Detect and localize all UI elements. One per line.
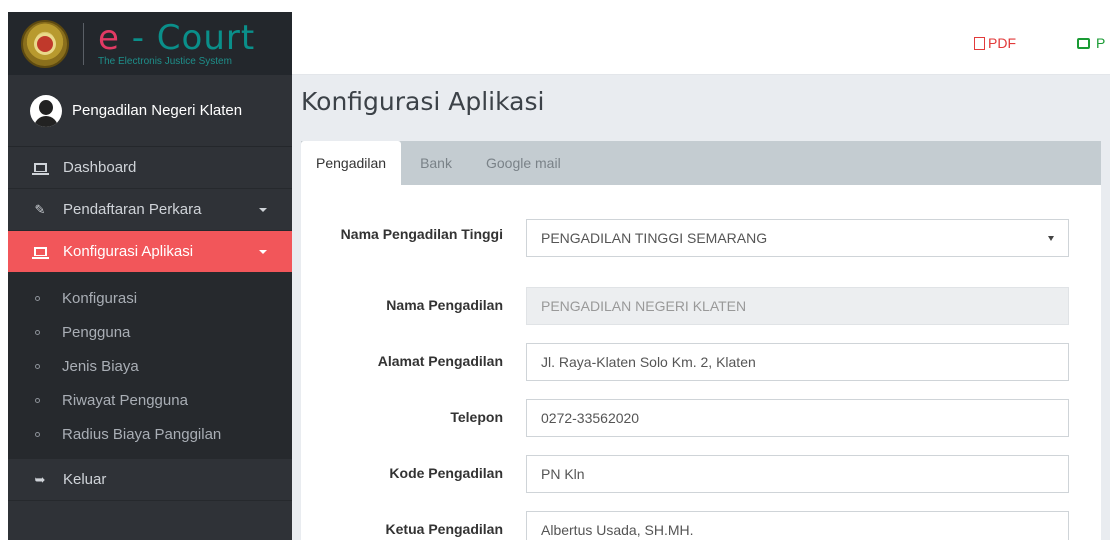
- sign-out-icon: ➥: [34, 471, 46, 487]
- submenu-item-riwayat-pengguna[interactable]: Riwayat Pengguna: [8, 383, 292, 417]
- select-nama-pengadilan-tinggi[interactable]: PENGADILAN TINGGI SEMARANG: [526, 219, 1069, 257]
- page-title: Konfigurasi Aplikasi: [301, 87, 545, 116]
- print-label: P: [1096, 35, 1106, 51]
- submenu-item-label: Riwayat Pengguna: [62, 391, 188, 409]
- input-alamat-pengadilan[interactable]: Jl. Raya-Klaten Solo Km. 2, Klaten: [526, 343, 1069, 381]
- input-ketua-pengadilan[interactable]: Albertus Usada, SH.MH.: [526, 511, 1069, 540]
- tab-google-mail[interactable]: Google mail: [471, 141, 576, 185]
- submenu-item-label: Jenis Biaya: [62, 357, 139, 375]
- print-icon: [1077, 37, 1090, 49]
- chevron-down-icon: [259, 250, 267, 254]
- sidebar-item-keluar[interactable]: ➥ Keluar: [8, 459, 292, 501]
- bullet-icon: [35, 397, 40, 403]
- brand-header[interactable]: e - Court The Electronis Justice System: [8, 12, 292, 75]
- config-card: Pengadilan Bank Google mail Nama Pengadi…: [301, 141, 1101, 540]
- label-nama-pengadilan: Nama Pengadilan: [386, 297, 503, 313]
- submenu-item-radius-biaya-panggilan[interactable]: Radius Biaya Panggilan: [8, 417, 292, 451]
- sidebar-item-pendaftaran-perkara[interactable]: ✎ Pendaftaran Perkara: [8, 189, 292, 231]
- label-telepon: Telepon: [450, 409, 503, 425]
- sidebar-item-label: Dashboard: [63, 159, 137, 176]
- submenu-item-label: Konfigurasi: [62, 289, 138, 307]
- bullet-icon: [35, 363, 40, 369]
- submenu-item-pengguna[interactable]: Pengguna: [8, 315, 292, 349]
- submenu-item-konfigurasi[interactable]: Konfigurasi: [8, 281, 292, 315]
- brand-title-e: e: [98, 17, 120, 58]
- label-nama-pengadilan-tinggi: Nama Pengadilan Tinggi: [340, 226, 503, 242]
- user-panel[interactable]: Pengadilan Negeri Klaten: [8, 75, 292, 147]
- bullet-icon: [35, 295, 40, 301]
- submenu-item-jenis-biaya[interactable]: Jenis Biaya: [8, 349, 292, 383]
- label-alamat-pengadilan: Alamat Pengadilan: [377, 353, 503, 369]
- pdf-icon: [974, 36, 985, 50]
- label-kode-pengadilan: Kode Pengadilan: [389, 465, 503, 481]
- bullet-icon: [35, 329, 40, 335]
- sidebar: e - Court The Electronis Justice System …: [8, 12, 292, 540]
- avatar: [30, 94, 62, 127]
- user-name: Pengadilan Negeri Klaten: [72, 102, 243, 119]
- label-ketua-pengadilan: Ketua Pengadilan: [385, 521, 503, 537]
- brand-text: e - Court The Electronis Justice System: [98, 21, 255, 67]
- submenu-item-label: Radius Biaya Panggilan: [62, 425, 222, 443]
- sidebar-item-konfigurasi-aplikasi[interactable]: Konfigurasi Aplikasi: [8, 231, 292, 273]
- brand-title-rest: - Court: [119, 17, 256, 58]
- chevron-down-icon: [259, 208, 267, 212]
- tab-bar: Pengadilan Bank Google mail: [301, 141, 1101, 185]
- input-nama-pengadilan: PENGADILAN NEGERI KLATEN: [526, 287, 1069, 325]
- sidebar-item-label: Pendaftaran Perkara: [63, 201, 202, 218]
- tab-pengadilan[interactable]: Pengadilan: [301, 141, 402, 185]
- brand-divider: [83, 22, 84, 65]
- court-seal-logo: [21, 19, 69, 68]
- tab-bank[interactable]: Bank: [405, 141, 467, 185]
- sidebar-item-dashboard[interactable]: Dashboard: [8, 147, 292, 189]
- pdf-button[interactable]: PDF: [974, 35, 1016, 51]
- submenu-item-label: Pengguna: [62, 323, 131, 341]
- bullet-icon: [35, 431, 40, 437]
- edit-icon: ✎: [34, 201, 46, 217]
- brand-title: e - Court: [98, 21, 255, 55]
- input-telepon[interactable]: 0272-33562020: [526, 399, 1069, 437]
- input-kode-pengadilan[interactable]: PN Kln: [526, 455, 1069, 493]
- print-button[interactable]: P: [1077, 35, 1105, 51]
- main-content: Konfigurasi Aplikasi Pengadilan Bank Goo…: [292, 75, 1110, 540]
- pdf-label: PDF: [988, 35, 1016, 51]
- laptop-icon: [31, 161, 49, 175]
- submenu-konfigurasi: Konfigurasi Pengguna Jenis Biaya Riwayat…: [8, 273, 292, 459]
- sidebar-item-label: Konfigurasi Aplikasi: [63, 243, 194, 260]
- sidebar-item-label: Keluar: [63, 471, 107, 488]
- topbar: PDF P: [292, 12, 1110, 75]
- select-value: PENGADILAN TINGGI SEMARANG: [541, 230, 768, 246]
- laptop-icon: [31, 245, 49, 259]
- brand-subtitle: The Electronis Justice System: [98, 55, 232, 67]
